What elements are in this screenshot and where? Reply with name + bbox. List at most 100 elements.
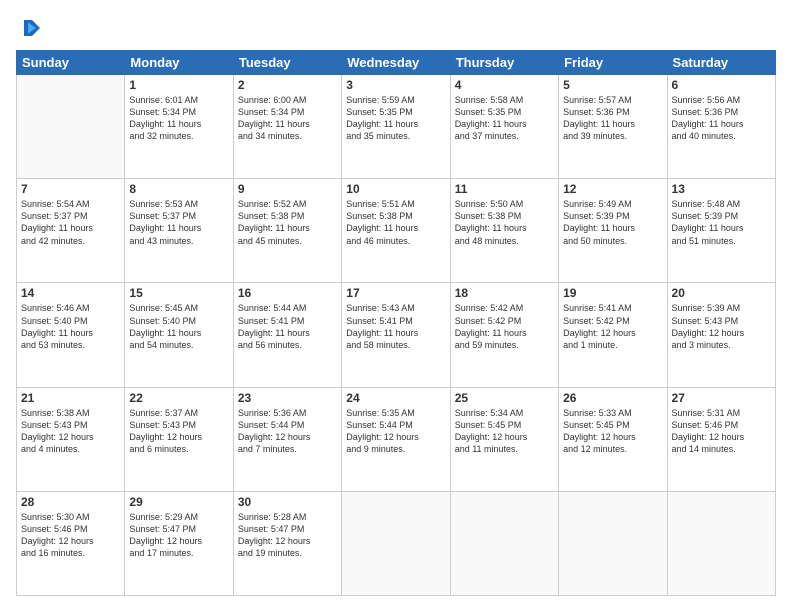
day-info: Sunrise: 6:00 AM Sunset: 5:34 PM Dayligh… bbox=[238, 94, 337, 143]
logo bbox=[16, 16, 42, 40]
logo-icon bbox=[16, 16, 40, 40]
day-info: Sunrise: 5:34 AM Sunset: 5:45 PM Dayligh… bbox=[455, 407, 554, 456]
day-cell: 23Sunrise: 5:36 AM Sunset: 5:44 PM Dayli… bbox=[233, 387, 341, 491]
day-info: Sunrise: 5:46 AM Sunset: 5:40 PM Dayligh… bbox=[21, 302, 120, 351]
day-cell: 10 Sunrise: 5:51 AM Sunset: 5:38 PM Dayli… bbox=[342, 179, 450, 283]
day-number: 17 bbox=[346, 286, 445, 300]
col-header-monday: Monday bbox=[125, 51, 233, 75]
col-header-saturday: Saturday bbox=[667, 51, 775, 75]
day-info: Sunrise: 5:59 AM Sunset: 5:35 PM Dayligh… bbox=[346, 94, 445, 143]
day-info: Sunrise: 5:49 AM Sunset: 5:39 PM Dayligh… bbox=[563, 198, 662, 247]
day-cell: 13 Sunrise: 5:48 AM Sunset: 5:39 PM Dayli… bbox=[667, 179, 775, 283]
day-info: Sunrise: 5:50 AM Sunset: 5:38 PM Dayligh… bbox=[455, 198, 554, 247]
day-info: Sunrise: 5:53 AM Sunset: 5:37 PM Dayligh… bbox=[129, 198, 228, 247]
day-info: Sunrise: 5:28 AM Sunset: 5:47 PM Dayligh… bbox=[238, 511, 337, 560]
col-header-thursday: Thursday bbox=[450, 51, 558, 75]
day-cell: 21 Sunrise: 5:38 AM Sunset: 5:43 PM Dayli… bbox=[17, 387, 125, 491]
day-cell bbox=[17, 75, 125, 179]
day-number: 20 bbox=[672, 286, 771, 300]
day-number: 12 bbox=[563, 182, 662, 196]
day-info: Sunrise: 5:54 AM Sunset: 5:37 PM Dayligh… bbox=[21, 198, 120, 247]
day-number: 18 bbox=[455, 286, 554, 300]
day-cell: 5Sunrise: 5:57 AM Sunset: 5:36 PM Daylig… bbox=[559, 75, 667, 179]
calendar-table: SundayMondayTuesdayWednesdayThursdayFrid… bbox=[16, 50, 776, 596]
day-info: Sunrise: 5:43 AM Sunset: 5:41 PM Dayligh… bbox=[346, 302, 445, 351]
day-number: 28 bbox=[21, 495, 120, 509]
day-number: 16 bbox=[238, 286, 337, 300]
day-number: 2 bbox=[238, 78, 337, 92]
day-number: 22 bbox=[129, 391, 228, 405]
day-number: 14 bbox=[21, 286, 120, 300]
day-cell: 20 Sunrise: 5:39 AM Sunset: 5:43 PM Dayli… bbox=[667, 283, 775, 387]
day-cell: 11 Sunrise: 5:50 AM Sunset: 5:38 PM Dayli… bbox=[450, 179, 558, 283]
day-number: 5 bbox=[563, 78, 662, 92]
day-cell: 16 Sunrise: 5:44 AM Sunset: 5:41 PM Dayli… bbox=[233, 283, 341, 387]
day-number: 30 bbox=[238, 495, 337, 509]
day-info: Sunrise: 5:31 AM Sunset: 5:46 PM Dayligh… bbox=[672, 407, 771, 456]
day-info: Sunrise: 5:45 AM Sunset: 5:40 PM Dayligh… bbox=[129, 302, 228, 351]
day-number: 19 bbox=[563, 286, 662, 300]
day-cell: 18 Sunrise: 5:42 AM Sunset: 5:42 PM Dayli… bbox=[450, 283, 558, 387]
day-number: 15 bbox=[129, 286, 228, 300]
day-cell: 3 Sunrise: 5:59 AM Sunset: 5:35 PM Daylig… bbox=[342, 75, 450, 179]
day-cell: 4Sunrise: 5:58 AM Sunset: 5:35 PM Daylig… bbox=[450, 75, 558, 179]
day-cell: 2 Sunrise: 6:00 AM Sunset: 5:34 PM Daylig… bbox=[233, 75, 341, 179]
day-cell bbox=[450, 491, 558, 595]
day-info: Sunrise: 5:36 AM Sunset: 5:44 PM Dayligh… bbox=[238, 407, 337, 456]
calendar-header-row: SundayMondayTuesdayWednesdayThursdayFrid… bbox=[17, 51, 776, 75]
day-number: 25 bbox=[455, 391, 554, 405]
day-cell: 8 Sunrise: 5:53 AM Sunset: 5:37 PM Daylig… bbox=[125, 179, 233, 283]
day-info: Sunrise: 5:48 AM Sunset: 5:39 PM Dayligh… bbox=[672, 198, 771, 247]
day-number: 7 bbox=[21, 182, 120, 196]
week-row-4: 28 Sunrise: 5:30 AM Sunset: 5:46 PM Dayli… bbox=[17, 491, 776, 595]
day-cell bbox=[342, 491, 450, 595]
day-number: 1 bbox=[129, 78, 228, 92]
day-cell: 19 Sunrise: 5:41 AM Sunset: 5:42 PM Dayli… bbox=[559, 283, 667, 387]
day-cell: 24Sunrise: 5:35 AM Sunset: 5:44 PM Dayli… bbox=[342, 387, 450, 491]
day-cell bbox=[559, 491, 667, 595]
day-cell: 22 Sunrise: 5:37 AM Sunset: 5:43 PM Dayli… bbox=[125, 387, 233, 491]
day-info: Sunrise: 6:01 AM Sunset: 5:34 PM Dayligh… bbox=[129, 94, 228, 143]
header bbox=[16, 16, 776, 40]
day-cell: 14 Sunrise: 5:46 AM Sunset: 5:40 PM Dayli… bbox=[17, 283, 125, 387]
day-cell: 27Sunrise: 5:31 AM Sunset: 5:46 PM Dayli… bbox=[667, 387, 775, 491]
day-cell: 17 Sunrise: 5:43 AM Sunset: 5:41 PM Dayli… bbox=[342, 283, 450, 387]
day-info: Sunrise: 5:29 AM Sunset: 5:47 PM Dayligh… bbox=[129, 511, 228, 560]
day-info: Sunrise: 5:42 AM Sunset: 5:42 PM Dayligh… bbox=[455, 302, 554, 351]
day-cell: 29 Sunrise: 5:29 AM Sunset: 5:47 PM Dayli… bbox=[125, 491, 233, 595]
day-info: Sunrise: 5:33 AM Sunset: 5:45 PM Dayligh… bbox=[563, 407, 662, 456]
day-number: 3 bbox=[346, 78, 445, 92]
week-row-2: 14 Sunrise: 5:46 AM Sunset: 5:40 PM Dayli… bbox=[17, 283, 776, 387]
day-info: Sunrise: 5:44 AM Sunset: 5:41 PM Dayligh… bbox=[238, 302, 337, 351]
day-number: 11 bbox=[455, 182, 554, 196]
day-number: 21 bbox=[21, 391, 120, 405]
week-row-0: 1 Sunrise: 6:01 AM Sunset: 5:34 PM Daylig… bbox=[17, 75, 776, 179]
day-info: Sunrise: 5:38 AM Sunset: 5:43 PM Dayligh… bbox=[21, 407, 120, 456]
day-number: 29 bbox=[129, 495, 228, 509]
day-info: Sunrise: 5:41 AM Sunset: 5:42 PM Dayligh… bbox=[563, 302, 662, 351]
day-cell: 6Sunrise: 5:56 AM Sunset: 5:36 PM Daylig… bbox=[667, 75, 775, 179]
day-info: Sunrise: 5:39 AM Sunset: 5:43 PM Dayligh… bbox=[672, 302, 771, 351]
day-number: 6 bbox=[672, 78, 771, 92]
day-number: 8 bbox=[129, 182, 228, 196]
day-number: 9 bbox=[238, 182, 337, 196]
col-header-sunday: Sunday bbox=[17, 51, 125, 75]
day-number: 10 bbox=[346, 182, 445, 196]
day-cell bbox=[667, 491, 775, 595]
day-number: 24 bbox=[346, 391, 445, 405]
day-info: Sunrise: 5:30 AM Sunset: 5:46 PM Dayligh… bbox=[21, 511, 120, 560]
day-number: 13 bbox=[672, 182, 771, 196]
day-cell: 12 Sunrise: 5:49 AM Sunset: 5:39 PM Dayli… bbox=[559, 179, 667, 283]
day-cell: 1 Sunrise: 6:01 AM Sunset: 5:34 PM Daylig… bbox=[125, 75, 233, 179]
day-cell: 7 Sunrise: 5:54 AM Sunset: 5:37 PM Daylig… bbox=[17, 179, 125, 283]
col-header-wednesday: Wednesday bbox=[342, 51, 450, 75]
col-header-tuesday: Tuesday bbox=[233, 51, 341, 75]
col-header-friday: Friday bbox=[559, 51, 667, 75]
day-info: Sunrise: 5:58 AM Sunset: 5:35 PM Dayligh… bbox=[455, 94, 554, 143]
day-cell: 15 Sunrise: 5:45 AM Sunset: 5:40 PM Dayli… bbox=[125, 283, 233, 387]
week-row-1: 7 Sunrise: 5:54 AM Sunset: 5:37 PM Daylig… bbox=[17, 179, 776, 283]
day-cell: 9Sunrise: 5:52 AM Sunset: 5:38 PM Daylig… bbox=[233, 179, 341, 283]
day-info: Sunrise: 5:51 AM Sunset: 5:38 PM Dayligh… bbox=[346, 198, 445, 247]
day-info: Sunrise: 5:37 AM Sunset: 5:43 PM Dayligh… bbox=[129, 407, 228, 456]
day-number: 26 bbox=[563, 391, 662, 405]
